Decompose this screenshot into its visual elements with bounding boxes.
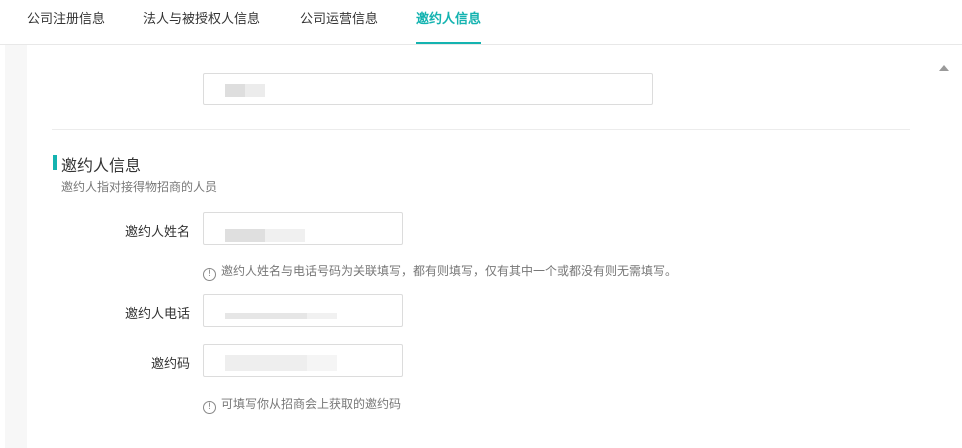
redacted-value [225,84,245,97]
name-phone-hint: ! 邀约人姓名与电话号码为关联填写，都有则填写，仅有其中一个或都没有则无需填写。 [203,262,677,281]
redacted-value [225,229,265,242]
tab-company-registration[interactable]: 公司注册信息 [27,0,105,42]
section-accent-bar [53,155,57,170]
scrollbar[interactable] [933,45,962,448]
invite-code-hint: ! 可填写你从招商会上获取的邀约码 [203,395,401,414]
info-icon: ! [203,401,216,414]
inviter-phone-label: 邀约人电话 [124,307,190,322]
tab-company-operation[interactable]: 公司运营信息 [300,0,378,42]
tab-inviter-info[interactable]: 邀约人信息 [416,0,482,44]
inviter-name-input[interactable] [203,212,403,245]
name-phone-hint-text: 邀约人姓名与电话号码为关联填写，都有则填写，仅有其中一个或都没有则无需填写。 [221,264,678,278]
invite-code-input[interactable] [203,344,403,377]
section-divider [52,129,910,130]
section-title: 邀约人信息 [61,156,142,175]
invite-code-hint-text: 可填写你从招商会上获取的邀约码 [221,397,402,411]
form-card [27,45,933,448]
redacted-value [307,355,337,371]
redacted-value [225,355,307,371]
inviter-name-label: 邀约人姓名 [124,225,190,240]
info-icon: ! [203,268,216,281]
invite-code-label: 邀约码 [150,357,190,372]
tab-bar: 公司注册信息 法人与被授权人信息 公司运营信息 邀约人信息 [0,0,962,45]
previous-field-input[interactable] [203,73,653,105]
redacted-value [307,313,337,319]
redacted-value [225,313,307,319]
scroll-up-arrow-icon[interactable] [939,65,949,71]
inviter-phone-input[interactable] [203,294,403,327]
redacted-value [245,84,265,97]
section-description: 邀约人指对接得物招商的人员 [61,180,218,194]
redacted-value [265,229,305,242]
tab-legal-person[interactable]: 法人与被授权人信息 [143,0,260,42]
content-panel [5,45,933,448]
